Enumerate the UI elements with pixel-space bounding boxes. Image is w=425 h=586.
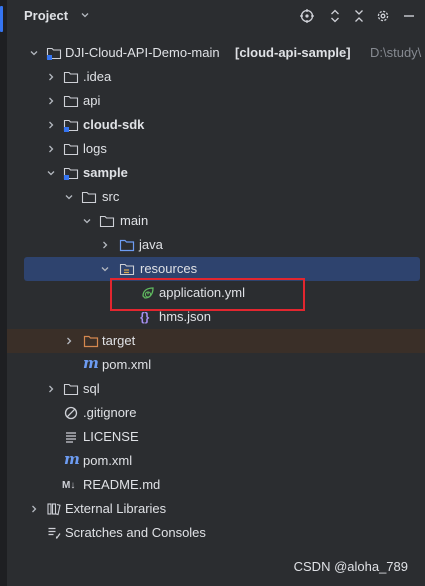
tree-row-main[interactable]: main (7, 209, 425, 233)
chevron-down-icon[interactable] (81, 215, 93, 227)
module-folder-icon (46, 47, 62, 60)
chevron-down-icon[interactable] (99, 263, 111, 275)
module-folder-icon (63, 119, 79, 132)
tree-item-label: logs (83, 141, 107, 156)
panel-title[interactable]: Project (24, 8, 68, 23)
chevron-down-icon[interactable] (45, 167, 57, 179)
tree-row-root-pom[interactable]: m pom.xml (7, 449, 425, 473)
tree-item-label: src (102, 189, 120, 204)
chevron-down-icon[interactable] (63, 191, 75, 203)
watermark: CSDN @aloha_789 (293, 559, 408, 574)
resources-folder-icon (119, 263, 135, 276)
chevron-right-icon[interactable] (63, 335, 75, 347)
collapse-all-icon[interactable] (351, 8, 367, 24)
tree-row-scratches[interactable]: Scratches and Consoles (7, 521, 425, 545)
tree-item-label: Scratches and Consoles (65, 525, 206, 540)
excluded-folder-icon (83, 335, 99, 348)
tree-item-label: sql (83, 381, 100, 396)
folder-icon (63, 143, 79, 156)
tree-item-label: target (102, 333, 136, 348)
root-module-name: [cloud-api-sample] (235, 45, 351, 60)
chevron-down-icon[interactable] (28, 47, 40, 59)
tree-row-sql[interactable]: sql (7, 377, 425, 401)
chevron-right-icon[interactable] (45, 383, 57, 395)
chevron-right-icon[interactable] (45, 143, 57, 155)
module-folder-icon (63, 167, 79, 180)
text-file-icon (66, 432, 76, 443)
source-folder-icon (119, 239, 135, 252)
chevron-right-icon[interactable] (28, 503, 40, 515)
ignore-file-icon (64, 406, 78, 420)
chevron-right-icon[interactable] (99, 239, 111, 251)
markdown-icon: M↓ (62, 480, 76, 491)
tree-item-label: cloud-sdk (83, 117, 145, 132)
library-icon (47, 503, 61, 516)
tree-row-external-libraries[interactable]: External Libraries (7, 497, 425, 521)
tree-item-label: main (120, 213, 149, 228)
tree-item-label: pom.xml (83, 453, 133, 468)
maven-icon: m (83, 354, 99, 372)
root-path: D:\study\ (370, 45, 422, 60)
locate-icon[interactable] (299, 8, 315, 24)
folder-icon (63, 383, 79, 396)
tree-item-label: External Libraries (65, 501, 167, 516)
tree-item-label: README.md (83, 477, 161, 492)
tree-row-logs[interactable]: logs (7, 137, 425, 161)
chevron-right-icon[interactable] (45, 95, 57, 107)
tree-row-sample[interactable]: sample (7, 161, 425, 185)
tree-row-readme[interactable]: M↓ README.md (7, 473, 425, 497)
chevron-right-icon[interactable] (45, 119, 57, 131)
active-tool-indicator (0, 6, 3, 32)
tree-row-sample-pom[interactable]: m pom.xml (7, 353, 425, 377)
project-panel-header: Project (7, 0, 425, 32)
tree-row-target[interactable]: target (7, 329, 425, 353)
highlight-box (110, 278, 305, 311)
folder-icon (63, 95, 79, 108)
maven-icon: m (64, 450, 80, 468)
tool-window-stripe (0, 0, 7, 586)
tree-item-label: .gitignore (83, 405, 137, 420)
expand-all-icon[interactable] (327, 8, 343, 24)
tree-row-root[interactable]: DJI-Cloud-API-Demo-main [cloud-api-sampl… (7, 41, 425, 65)
tree-item-label: .idea (83, 69, 112, 84)
folder-icon (99, 215, 115, 228)
tree-item-label: java (139, 237, 163, 252)
json-file-icon: {} (140, 310, 150, 324)
folder-icon (81, 191, 97, 204)
tree-row-api[interactable]: api (7, 89, 425, 113)
tree-row-java[interactable]: java (7, 233, 425, 257)
gear-icon[interactable] (375, 8, 391, 24)
chevron-right-icon[interactable] (45, 71, 57, 83)
tree-row-idea[interactable]: .idea (7, 65, 425, 89)
scratches-icon (48, 527, 61, 539)
tree-item-label: pom.xml (102, 357, 152, 372)
tree-row-gitignore[interactable]: .gitignore (7, 401, 425, 425)
chevron-down-icon[interactable] (79, 9, 91, 21)
tree-item-label: hms.json (159, 309, 212, 324)
root-project-name: DJI-Cloud-API-Demo-main (65, 45, 220, 60)
tree-item-label: LICENSE (83, 429, 139, 444)
folder-icon (63, 71, 79, 84)
minimize-icon[interactable] (401, 8, 417, 24)
tree-row-cloud-sdk[interactable]: cloud-sdk (7, 113, 425, 137)
tree-item-label: sample (83, 165, 128, 180)
tree-item-label: api (83, 93, 101, 108)
tree-item-label: resources (140, 261, 198, 276)
tree-row-license[interactable]: LICENSE (7, 425, 425, 449)
tree-row-src[interactable]: src (7, 185, 425, 209)
